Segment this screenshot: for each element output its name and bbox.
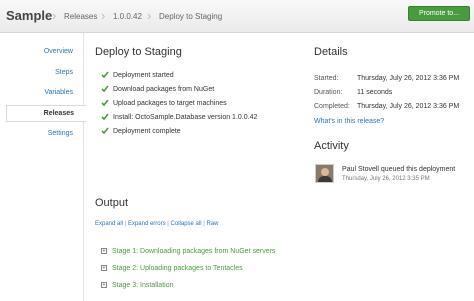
- expand-all-link[interactable]: Expand all: [95, 221, 123, 227]
- output-stage[interactable]: + Stage 3: Installation: [101, 282, 174, 289]
- step-label: Install: OctoSample.Database version 1.0…: [113, 114, 258, 121]
- breadcrumb-releases[interactable]: Releases: [64, 12, 97, 21]
- sidebar: Overview Steps Variables Settings: [0, 33, 84, 301]
- promote-button[interactable]: Promote to...: [408, 6, 470, 21]
- expand-errors-link[interactable]: Expand errors: [128, 221, 166, 227]
- sidebar-item-settings[interactable]: Settings: [48, 130, 73, 137]
- expand-icon[interactable]: +: [101, 282, 107, 289]
- output-stage[interactable]: + Stage 2: Uploading packages to Tentacle…: [101, 265, 243, 272]
- output-stage[interactable]: + Stage 1: Downloading packages from NuGe…: [101, 248, 275, 255]
- sidebar-item-variables[interactable]: Variables: [44, 89, 73, 96]
- stage-label[interactable]: Stage 3: Installation: [112, 282, 174, 289]
- breadcrumb-separator: ›: [101, 8, 106, 23]
- details-completed-value: Thursday, July 26, 2012 3:36 PM: [357, 103, 460, 110]
- raw-link[interactable]: Raw: [206, 221, 218, 227]
- sidebar-item-releases[interactable]: Releases: [6, 105, 86, 122]
- expand-icon[interactable]: +: [101, 265, 107, 272]
- output-title: Output: [95, 197, 129, 209]
- details-duration-label: Duration:: [314, 89, 343, 96]
- breadcrumb-current: Deploy to Staging: [159, 12, 223, 21]
- sidebar-item-label: Releases: [43, 110, 74, 117]
- step-label: Deployment started: [113, 72, 174, 79]
- top-header: Sample › Releases › 1.0.0.42 › Deploy to…: [0, 0, 474, 33]
- details-duration-value: 11 seconds: [357, 89, 393, 96]
- details-started-label: Started:: [314, 75, 339, 82]
- step-label: Deployment complete: [113, 128, 181, 135]
- details-started-value: Thursday, July 26, 2012 3:36 PM: [357, 75, 460, 82]
- step-label: Upload packages to target machines: [113, 100, 227, 107]
- activity-message: Paul Stovell queued this deployment: [342, 166, 456, 173]
- sidebar-item-overview[interactable]: Overview: [44, 48, 73, 55]
- activity-title: Activity: [314, 140, 349, 152]
- activity-timestamp: Thursday, July 26, 2012 3:35 PM: [342, 176, 430, 182]
- page-title: Deploy to Staging: [95, 46, 182, 58]
- sidebar-item-steps[interactable]: Steps: [55, 69, 73, 76]
- stage-label[interactable]: Stage 1: Downloading packages from NuGet…: [112, 248, 275, 255]
- breadcrumb-separator: ›: [52, 8, 57, 23]
- check-icon: [101, 99, 109, 107]
- project-name[interactable]: Sample: [6, 8, 52, 23]
- collapse-all-link[interactable]: Collapse all: [171, 221, 202, 227]
- stage-label[interactable]: Stage 2: Uploading packages to Tentacles: [112, 265, 243, 272]
- details-title: Details: [314, 46, 348, 58]
- details-completed-label: Completed:: [314, 103, 350, 110]
- whats-in-release-link[interactable]: What's in this release?: [314, 118, 384, 125]
- check-icon: [101, 113, 109, 121]
- avatar: [315, 164, 334, 183]
- breadcrumb-release-version[interactable]: 1.0.0.42: [113, 12, 142, 21]
- step-label: Download packages from NuGet: [113, 86, 215, 93]
- expand-icon[interactable]: +: [101, 248, 107, 255]
- output-toolbar: Expand all | Expand errors | Collapse al…: [95, 221, 219, 227]
- check-icon: [101, 71, 109, 79]
- check-icon: [101, 85, 109, 93]
- check-icon: [101, 127, 109, 135]
- breadcrumb-separator: ›: [147, 8, 152, 23]
